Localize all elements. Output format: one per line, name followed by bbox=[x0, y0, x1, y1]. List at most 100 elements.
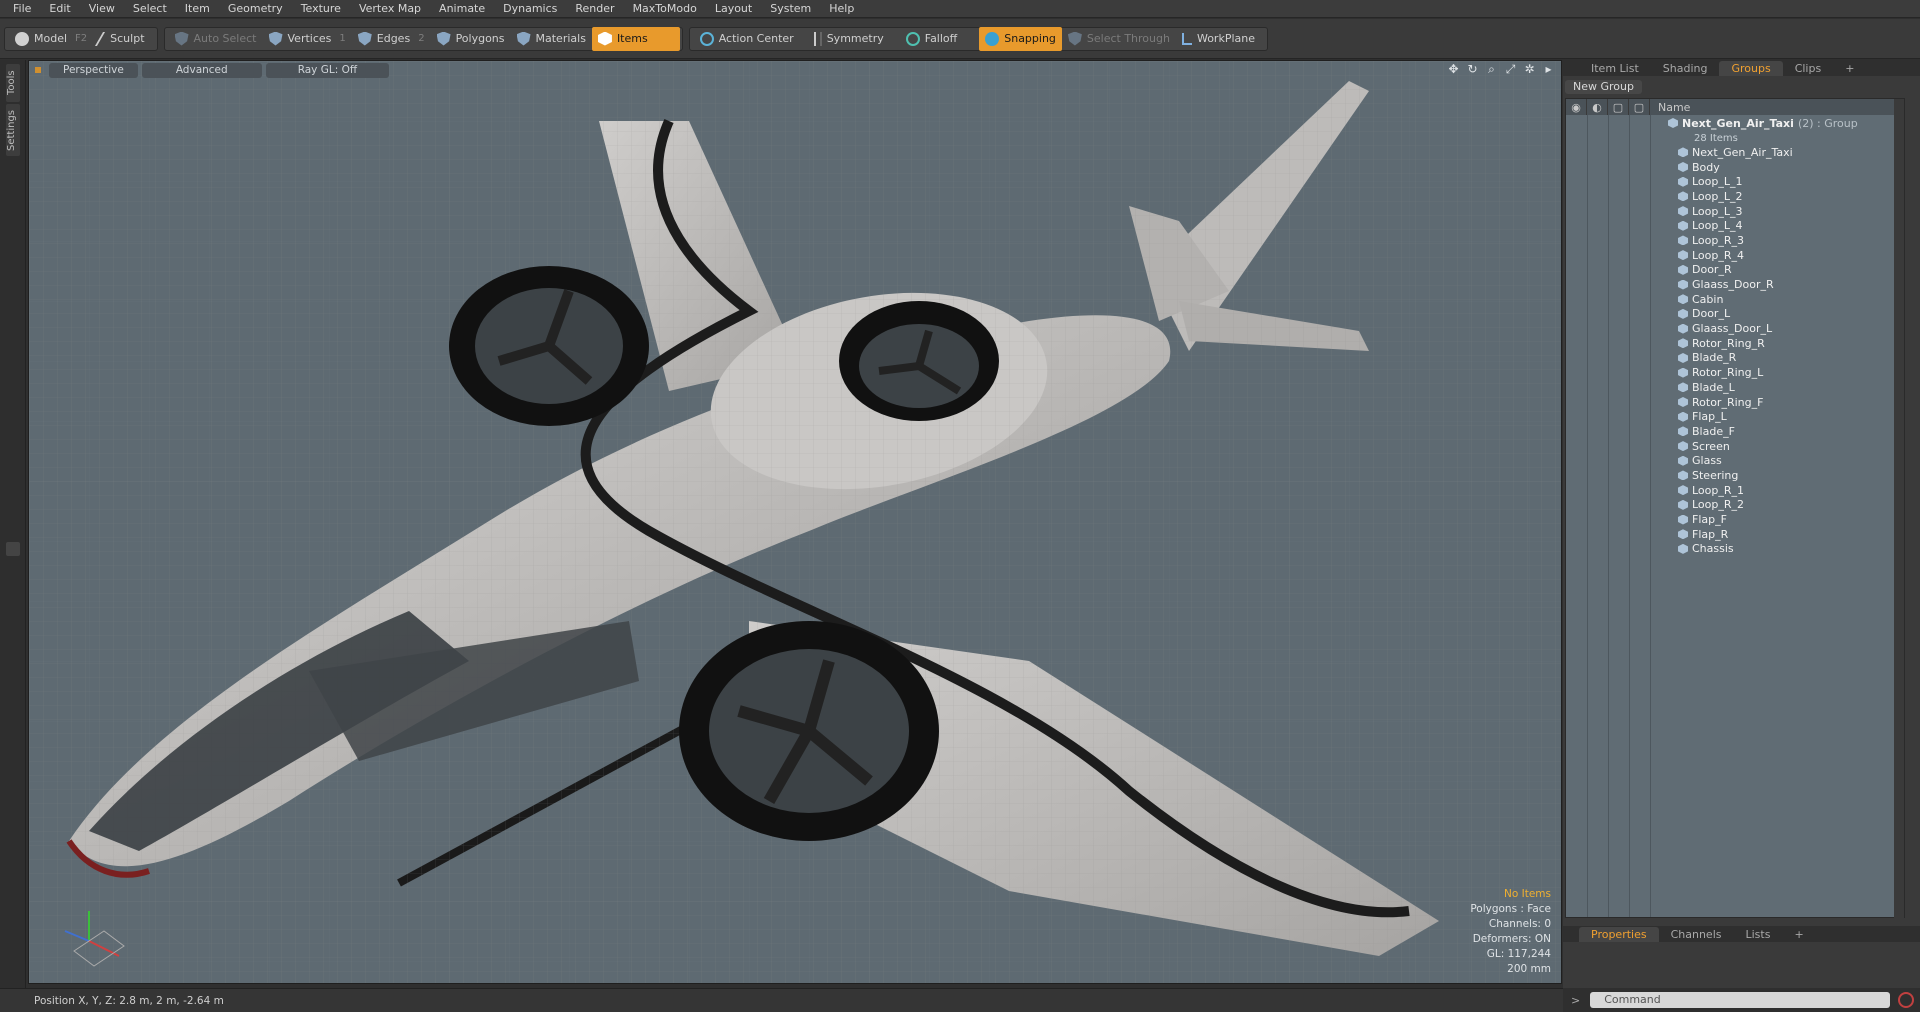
group-item-row[interactable]: Steering bbox=[1566, 468, 1904, 483]
visibility-icon[interactable]: ◉ bbox=[1566, 99, 1587, 115]
group-item-row[interactable]: Loop_L_3 bbox=[1566, 204, 1904, 219]
viewport-expand-icon[interactable]: ▸ bbox=[1542, 63, 1555, 76]
symmetry-button[interactable]: Symmetry bbox=[808, 27, 890, 51]
group-item-row[interactable]: Glass bbox=[1566, 453, 1904, 468]
group-item-row[interactable]: Loop_R_1 bbox=[1566, 483, 1904, 498]
group-item-row[interactable]: Blade_L bbox=[1566, 380, 1904, 395]
item-label: Body bbox=[1678, 161, 1720, 174]
lock-icon[interactable]: ▢ bbox=[1608, 99, 1629, 115]
item-label: Glass bbox=[1678, 454, 1722, 467]
polygons-button[interactable]: Polygons bbox=[431, 27, 511, 51]
mesh-icon bbox=[1678, 308, 1688, 319]
add-tab-icon[interactable]: + bbox=[1833, 61, 1866, 76]
render-icon[interactable]: ◐ bbox=[1587, 99, 1608, 115]
group-item-row[interactable]: Glaass_Door_R bbox=[1566, 277, 1904, 292]
falloff-button[interactable]: Falloff bbox=[900, 27, 979, 51]
group-item-row[interactable]: Glaass_Door_L bbox=[1566, 321, 1904, 336]
snapping-button[interactable]: Snapping bbox=[979, 26, 1062, 51]
menu-animate[interactable]: Animate bbox=[430, 0, 494, 18]
action-center-button[interactable]: Action Center bbox=[694, 27, 800, 51]
item-label: Loop_L_4 bbox=[1678, 219, 1743, 232]
group-item-row[interactable]: Chassis bbox=[1566, 542, 1904, 557]
group-row[interactable]: Next_Gen_Air_Taxi (2) : Group bbox=[1566, 115, 1904, 131]
select-through-button[interactable]: Select Through bbox=[1062, 27, 1176, 51]
command-input[interactable]: Command bbox=[1590, 992, 1891, 1008]
zoom-view-icon[interactable]: ⌕ bbox=[1485, 63, 1498, 76]
group-item-row[interactable]: Loop_L_2 bbox=[1566, 189, 1904, 204]
group-item-row[interactable]: Blade_F bbox=[1566, 424, 1904, 439]
menu-select[interactable]: Select bbox=[124, 0, 176, 18]
group-item-row[interactable]: Screen bbox=[1566, 439, 1904, 454]
group-item-row[interactable]: Rotor_Ring_L bbox=[1566, 365, 1904, 380]
item-name: Loop_L_2 bbox=[1692, 189, 1743, 203]
tab-groups[interactable]: Groups bbox=[1719, 61, 1783, 76]
tree-scrollbar[interactable] bbox=[1894, 99, 1904, 919]
items-button[interactable]: Items bbox=[591, 26, 680, 51]
menu-edit[interactable]: Edit bbox=[40, 0, 79, 18]
channels-info: Channels: 0 bbox=[1488, 918, 1551, 930]
menu-item[interactable]: Item bbox=[176, 0, 219, 18]
tab-tools[interactable]: Tools bbox=[6, 64, 20, 102]
menu-system[interactable]: System bbox=[761, 0, 820, 18]
group-item-row[interactable]: Loop_R_4 bbox=[1566, 248, 1904, 263]
tab-channels[interactable]: Channels bbox=[1659, 927, 1734, 942]
materials-button[interactable]: Materials bbox=[511, 27, 592, 51]
group-item-row[interactable]: Next_Gen_Air_Taxi bbox=[1566, 145, 1904, 160]
new-group-button[interactable]: New Group bbox=[1565, 80, 1642, 94]
group-item-row[interactable]: Cabin bbox=[1566, 292, 1904, 307]
viewport-menu-icon[interactable] bbox=[35, 67, 41, 73]
group-item-row[interactable]: Flap_L bbox=[1566, 409, 1904, 424]
tab-item-list[interactable]: Item List bbox=[1579, 61, 1651, 76]
group-item-row[interactable]: Flap_F bbox=[1566, 512, 1904, 527]
menu-help[interactable]: Help bbox=[820, 0, 863, 18]
auto-select-button[interactable]: Auto Select bbox=[169, 27, 263, 51]
raygl-selector[interactable]: Ray GL: Off bbox=[265, 62, 390, 78]
group-item-row[interactable]: Loop_R_3 bbox=[1566, 233, 1904, 248]
group-item-row[interactable]: Loop_R_2 bbox=[1566, 498, 1904, 513]
action-center-icon bbox=[699, 31, 714, 46]
polygons-icon bbox=[436, 31, 451, 46]
move-view-icon[interactable]: ✥ bbox=[1447, 63, 1460, 76]
group-item-row[interactable]: Body bbox=[1566, 160, 1904, 175]
group-item-row[interactable]: Rotor_Ring_R bbox=[1566, 336, 1904, 351]
sculpt-button[interactable]: Sculpt bbox=[93, 27, 150, 51]
view-mode-selector[interactable]: Perspective bbox=[49, 62, 138, 78]
group-item-row[interactable]: Rotor_Ring_F bbox=[1566, 395, 1904, 410]
menu-view[interactable]: View bbox=[80, 0, 124, 18]
panel-toggle[interactable] bbox=[6, 542, 20, 556]
group-item-row[interactable]: Flap_R bbox=[1566, 527, 1904, 542]
group-item-row[interactable]: Door_L bbox=[1566, 307, 1904, 322]
workplane-button[interactable]: WorkPlane bbox=[1176, 27, 1261, 51]
mesh-icon bbox=[1678, 543, 1688, 554]
rotate-view-icon[interactable]: ↻ bbox=[1466, 63, 1479, 76]
group-item-row[interactable]: Door_R bbox=[1566, 263, 1904, 278]
menu-render[interactable]: Render bbox=[566, 0, 623, 18]
vertices-button[interactable]: Vertices 1 bbox=[263, 27, 352, 51]
viewport-settings-icon[interactable]: ✲ bbox=[1523, 63, 1536, 76]
group-item-row[interactable]: Loop_L_4 bbox=[1566, 218, 1904, 233]
group-item-row[interactable]: Loop_L_1 bbox=[1566, 174, 1904, 189]
fit-view-icon[interactable]: ⤢ bbox=[1504, 63, 1517, 76]
command-run-icon[interactable] bbox=[1898, 992, 1915, 1008]
add-tab-icon[interactable]: + bbox=[1782, 927, 1815, 942]
select-icon[interactable]: ▢ bbox=[1629, 99, 1650, 115]
menu-geometry[interactable]: Geometry bbox=[219, 0, 292, 18]
viewport-3d[interactable]: Perspective Advanced Ray GL: Off ✥ ↻ ⌕ ⤢… bbox=[28, 60, 1562, 984]
menu-vertex-map[interactable]: Vertex Map bbox=[350, 0, 430, 18]
mesh-icon bbox=[1678, 470, 1688, 481]
group-item-row[interactable]: Blade_R bbox=[1566, 351, 1904, 366]
tab-settings[interactable]: Settings bbox=[6, 104, 20, 156]
tab-shading[interactable]: Shading bbox=[1651, 61, 1720, 76]
tab-clips[interactable]: Clips bbox=[1783, 61, 1834, 76]
item-name: Loop_R_3 bbox=[1692, 233, 1745, 247]
menu-texture[interactable]: Texture bbox=[292, 0, 350, 18]
model-button[interactable]: Model F2 bbox=[9, 27, 93, 51]
menu-layout[interactable]: Layout bbox=[706, 0, 761, 18]
menu-dynamics[interactable]: Dynamics bbox=[494, 0, 566, 18]
edges-button[interactable]: Edges 2 bbox=[352, 27, 431, 51]
menu-maxtomodo[interactable]: MaxToModo bbox=[624, 0, 706, 18]
menu-file[interactable]: File bbox=[4, 0, 40, 18]
render-style-selector[interactable]: Advanced bbox=[141, 62, 262, 78]
tab-properties[interactable]: Properties bbox=[1579, 927, 1659, 942]
tab-lists[interactable]: Lists bbox=[1734, 927, 1783, 942]
